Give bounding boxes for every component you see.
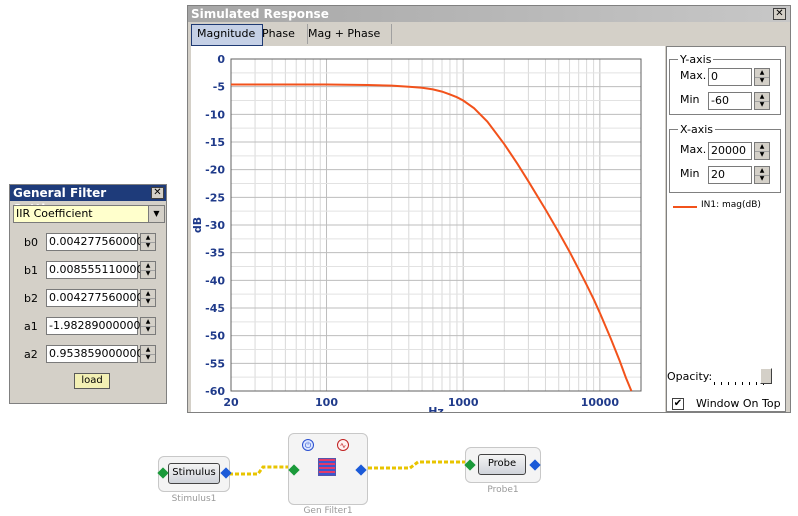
plot-area: 0 -5 -10 -15 -20 -25 -30 -35 -40 -45 -50 -55 -60 20 10… (191, 46, 665, 418)
tab-mag-phase[interactable]: Mag + Phase (303, 24, 392, 44)
coefficient-label: b1 (24, 264, 38, 277)
window-title-bar[interactable]: General Filter Settings (10, 185, 166, 216)
stimulus-block[interactable]: Stimulus (158, 456, 230, 492)
probe-caption: Probe1 (487, 485, 519, 495)
coefficient-label: a2 (24, 348, 38, 361)
y-max-input[interactable]: 0 (708, 68, 752, 86)
y-min-spinner[interactable]: ▲ ▼ (754, 92, 770, 110)
simulated-response-window: Simulated Response ✕ Magnitude Phase Mag… (187, 5, 791, 418)
spin-down-icon[interactable]: ▼ (141, 326, 155, 334)
coefficient-label: b2 (24, 292, 38, 305)
x-axis-group: X-axis Max. 20000 ▲ ▼ Min 20 ▲ ▼ (669, 123, 781, 193)
legend-line-swatch (673, 206, 697, 208)
x-tick-label: 100 (315, 396, 338, 409)
magnitude-chart: 0 -5 -10 -15 -20 -25 -30 -35 -40 -45 -50 -55 -6020 10… (191, 53, 642, 418)
spin-down-icon[interactable]: ▼ (755, 77, 769, 85)
y-tick-label: -55 (205, 357, 225, 370)
stimulus-button[interactable]: Stimulus (168, 463, 220, 484)
coefficient-input[interactable]: 0.004277560000 (46, 233, 143, 251)
stimulus-caption: Stimulus1 (171, 494, 217, 504)
y-tick-label: -20 (205, 164, 225, 177)
coefficient-type-select[interactable]: IIR Coefficient ▼ (13, 205, 165, 223)
spin-down-icon[interactable]: ▼ (141, 354, 155, 362)
load-button[interactable]: load (74, 373, 110, 389)
y-tick-label: -45 (205, 302, 225, 315)
spin-down-icon[interactable]: ▼ (141, 270, 155, 278)
window-title-bar[interactable]: Simulated Response (188, 6, 790, 22)
x-tick-label: 1000 (448, 396, 479, 409)
probe-button[interactable]: Probe (478, 454, 526, 475)
coefficient-input[interactable]: 0.953859000000 (46, 345, 143, 363)
y-tick-label: -40 (205, 274, 225, 287)
wire-stimulus-to-filter (229, 465, 293, 476)
y-max-spinner[interactable]: ▲ ▼ (754, 68, 770, 86)
coefficient-label: a1 (24, 320, 38, 333)
x-min-input[interactable]: 20 (708, 166, 752, 184)
y-tick-label: -25 (205, 191, 225, 204)
coefficient-spinner[interactable]: ▲ ▼ (140, 345, 156, 363)
y-tick-label: 0 (217, 53, 225, 66)
x-tick-label: 20 (223, 396, 239, 409)
y-axis-group: Y-axis Max. 0 ▲ ▼ Min -60 ▲ ▼ (669, 53, 781, 115)
coefficient-spinner[interactable]: ▲ ▼ (140, 289, 156, 307)
close-icon[interactable]: ✕ (773, 8, 786, 20)
opacity-label: Opacity: (667, 370, 713, 383)
y-tick-label: -15 (205, 136, 225, 149)
x-max-input[interactable]: 20000 (708, 142, 752, 160)
x-min-label: Min (680, 167, 700, 180)
general-filter-settings-window: General Filter Settings ✕ IIR Coefficien… (9, 184, 167, 404)
y-tick-label: -35 (205, 247, 225, 260)
y-tick-label: -30 (205, 219, 225, 232)
power-icon[interactable]: ⏻ (302, 439, 314, 451)
y-tick-label: -5 (213, 81, 225, 94)
wire-filter-to-probe (362, 460, 468, 470)
x-axis-group-label: X-axis (678, 123, 715, 136)
filter-icon (318, 458, 336, 476)
gen-filter-caption: Gen Filter1 (303, 506, 353, 516)
window-on-top-label[interactable]: Window On Top (696, 397, 781, 410)
spin-down-icon[interactable]: ▼ (755, 151, 769, 159)
legend-label: IN1: mag(dB) (701, 200, 761, 210)
coefficient-spinner[interactable]: ▲ ▼ (140, 233, 156, 251)
y-min-label: Min (680, 93, 700, 106)
coefficient-type-value: IIR Coefficient (16, 207, 93, 220)
waveform-icon[interactable]: ∿ (337, 439, 349, 451)
chevron-down-icon[interactable]: ▼ (148, 206, 164, 222)
spin-down-icon[interactable]: ▼ (141, 242, 155, 250)
x-axis-label: Hz (428, 405, 444, 412)
coefficient-spinner[interactable]: ▲ ▼ (140, 317, 156, 335)
y-tick-label: -50 (205, 330, 225, 343)
window-title: Simulated Response (191, 7, 329, 21)
slider-thumb[interactable] (760, 368, 772, 384)
y-axis-label: dB (191, 217, 204, 233)
coefficient-spinner[interactable]: ▲ ▼ (140, 261, 156, 279)
x-tick-label: 10000 (581, 396, 620, 409)
coefficient-input[interactable]: 0.004277560000 (46, 289, 143, 307)
tab-magnitude[interactable]: Magnitude (191, 24, 263, 46)
window-on-top-checkbox[interactable]: ✔ (672, 398, 684, 410)
coefficient-label: b0 (24, 236, 38, 249)
tab-phase[interactable]: Phase (257, 24, 308, 44)
x-max-spinner[interactable]: ▲ ▼ (754, 142, 770, 160)
y-tick-label: -10 (205, 108, 225, 121)
spin-down-icon[interactable]: ▼ (755, 101, 769, 109)
y-tick-label: -60 (205, 385, 225, 398)
y-max-label: Max. (680, 69, 707, 82)
x-max-label: Max. (680, 143, 707, 156)
spin-down-icon[interactable]: ▼ (141, 298, 155, 306)
opacity-slider[interactable] (714, 368, 774, 386)
axis-control-panel: Y-axis Max. 0 ▲ ▼ Min -60 ▲ ▼ X-axis Max. … (666, 46, 786, 412)
x-min-spinner[interactable]: ▲ ▼ (754, 166, 770, 184)
coefficient-input[interactable]: 0.008555110000 (46, 261, 143, 279)
y-min-input[interactable]: -60 (708, 92, 752, 110)
coefficient-input[interactable]: -1.982890000000 (46, 317, 147, 335)
y-axis-group-label: Y-axis (678, 53, 714, 66)
close-icon[interactable]: ✕ (151, 187, 164, 199)
check-icon: ✔ (673, 398, 683, 409)
spin-down-icon[interactable]: ▼ (755, 175, 769, 183)
